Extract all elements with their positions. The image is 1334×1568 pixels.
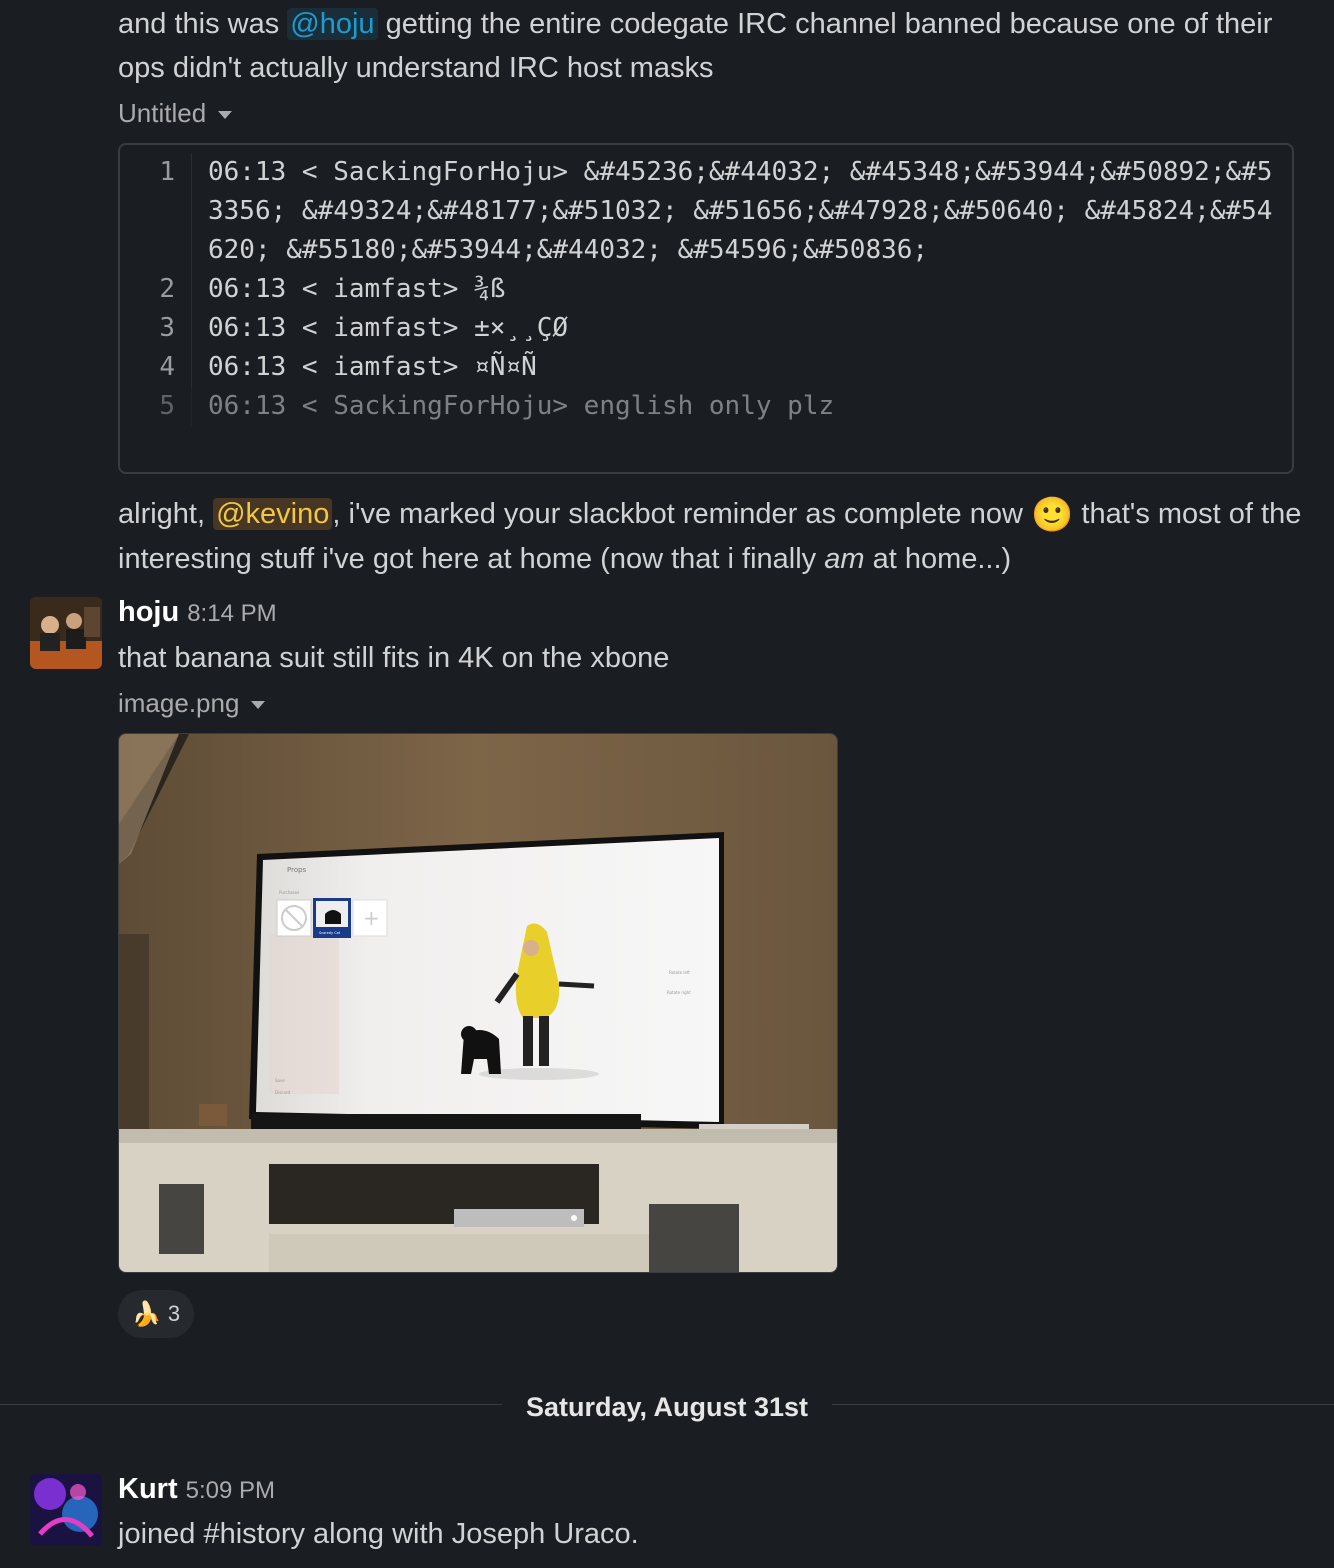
snippet-filename: Untitled <box>118 98 207 128</box>
snippet-line: 1 06:13 < SackingForHoju> &#45236;&#4403… <box>120 153 1292 270</box>
user-mention-kevino[interactable]: @kevino <box>213 498 333 530</box>
message-body: that banana suit still fits in 4K on the… <box>118 642 670 674</box>
message-text-end: at home...) <box>872 543 1012 575</box>
chevron-down-icon <box>218 110 233 119</box>
message-header: hoju 8:14 PM <box>118 596 277 629</box>
code-snippet[interactable]: 1 06:13 < SackingForHoju> &#45236;&#4403… <box>118 143 1294 474</box>
line-number: 1 <box>120 153 192 270</box>
tv-ui-header: Props <box>287 866 307 874</box>
tv-ui-discard: Discard <box>275 1090 291 1095</box>
svg-text:+: + <box>363 906 380 930</box>
message-continuation: alright, @kevino, i've marked your slack… <box>118 492 1308 581</box>
timestamp[interactable]: 8:14 PM <box>187 600 276 628</box>
message-text-middle: , i've marked your slackbot reminder as … <box>332 498 1023 530</box>
line-number: 5 <box>120 387 192 426</box>
snippet-line: 4 06:13 < iamfast> ¤Ñ¤Ñ <box>120 348 1292 387</box>
line-code: 06:13 < iamfast> ¤Ñ¤Ñ <box>208 352 537 382</box>
tv-ui-rotate-right: Rotate right <box>667 990 691 995</box>
banana-emoji-icon: 🍌 <box>131 1300 162 1328</box>
message-continuation: and this was @hoju getting the entire co… <box>118 2 1308 90</box>
date-divider[interactable]: Saturday, August 31st <box>0 1392 1334 1423</box>
snippet-line: 3 06:13 < iamfast> ±×¸¸ÇØ <box>120 309 1292 348</box>
date-divider-label: Saturday, August 31st <box>501 1392 833 1422</box>
tv-ui-section: Purchases <box>279 890 299 895</box>
reaction-banana[interactable]: 🍌 3 <box>118 1290 194 1338</box>
line-number: 2 <box>120 270 192 309</box>
line-number: 3 <box>120 309 192 348</box>
image-attachment[interactable]: Props Purchases Scaredy Cat + Rotate lef… <box>118 733 838 1273</box>
avatar-image <box>30 597 102 669</box>
line-code: 06:13 < SackingForHoju> &#45236;&#44032;… <box>208 157 1273 265</box>
attachment-title-toggle[interactable]: image.png <box>118 688 266 719</box>
message-text-italic: am <box>824 543 865 575</box>
avatar-image <box>30 1474 102 1546</box>
snippet-title-toggle[interactable]: Untitled <box>118 98 233 129</box>
photo-tv-banana-avatar: Props Purchases Scaredy Cat + Rotate lef… <box>119 734 837 1272</box>
smile-emoji-icon: 🙂 <box>1031 496 1074 534</box>
attachment-filename: image.png <box>118 688 240 718</box>
chevron-down-icon <box>251 700 266 709</box>
line-code: 06:13 < iamfast> ±×¸¸ÇØ <box>208 313 569 343</box>
author-name[interactable]: Kurt <box>118 1473 178 1506</box>
line-number: 4 <box>120 348 192 387</box>
message-text-prefix: and this was <box>118 8 280 40</box>
tv-ui-rotate-left: Rotate left <box>669 970 690 975</box>
line-code: 06:13 < SackingForHoju> english only plz <box>208 391 835 421</box>
avatar-hoju[interactable] <box>30 597 102 669</box>
avatar-kurt[interactable] <box>30 1474 102 1546</box>
snippet-line: 2 06:13 < iamfast> ¾ß <box>120 270 1292 309</box>
tv-ui-save: Save <box>275 1078 285 1083</box>
tv-ui-item-label: Scaredy Cat <box>319 931 341 935</box>
message-text-prefix: alright, <box>118 498 206 530</box>
message-header: Kurt 5:09 PM <box>118 1473 275 1506</box>
author-name[interactable]: hoju <box>118 596 179 629</box>
snippet-line: 5 06:13 < SackingForHoju> english only p… <box>120 387 1292 426</box>
reaction-count: 3 <box>167 1301 181 1326</box>
timestamp[interactable]: 5:09 PM <box>186 1477 275 1505</box>
message-body: joined #history along with Joseph Uraco. <box>118 1518 639 1550</box>
user-mention-hoju[interactable]: @hoju <box>287 8 378 40</box>
line-code: 06:13 < iamfast> ¾ß <box>208 274 506 304</box>
